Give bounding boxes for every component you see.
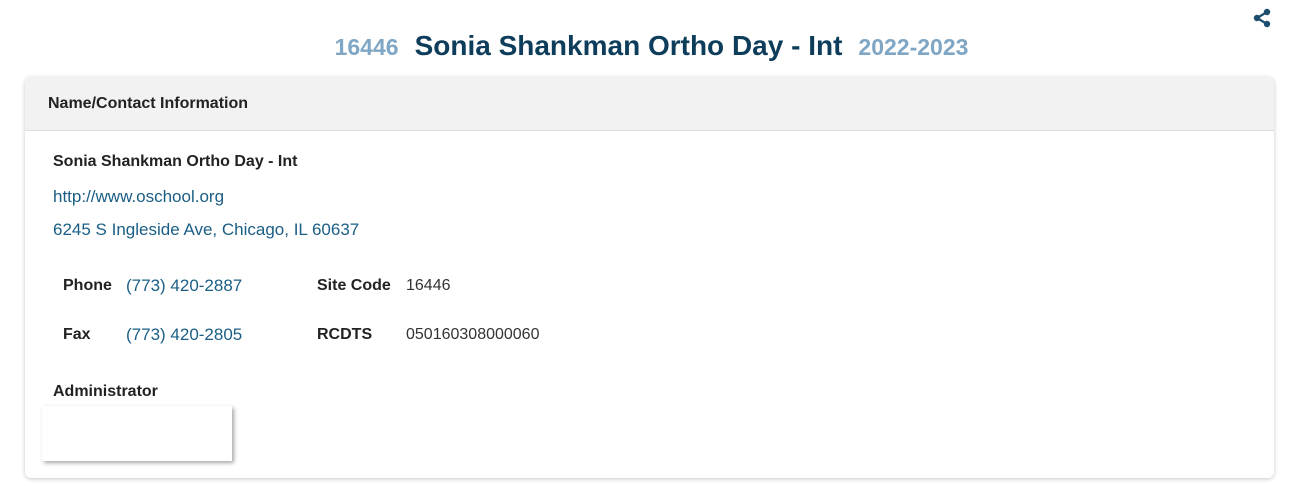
site-code-value: 16446 xyxy=(406,277,451,294)
fax-link[interactable]: (773) 420-2805 xyxy=(126,325,242,345)
card-header: Name/Contact Information xyxy=(25,77,1274,131)
contact-card: Name/Contact Information Sonia Shankman … xyxy=(25,77,1274,478)
share-button[interactable] xyxy=(1250,6,1274,30)
phone-link[interactable]: (773) 420-2887 xyxy=(126,276,242,296)
page-title: 16446 Sonia Shankman Ortho Day - Int 202… xyxy=(0,30,1303,74)
card-title: Name/Contact Information xyxy=(48,94,249,112)
school-year: 2022-2023 xyxy=(858,34,969,60)
rcdts-label: RCDTS xyxy=(317,326,373,343)
school-name-title: Sonia Shankman Ortho Day - Int xyxy=(414,30,843,61)
school-code: 16446 xyxy=(334,34,399,60)
rcdts-value: 050160308000060 xyxy=(406,326,540,343)
site-code-label: Site Code xyxy=(317,277,391,294)
fax-label: Fax xyxy=(63,326,91,343)
address-link[interactable]: 6245 S Ingleside Ave, Chicago, IL 60637 xyxy=(53,220,359,240)
school-name: Sonia Shankman Ortho Day - Int xyxy=(53,153,298,170)
administrator-label: Administrator xyxy=(53,383,158,400)
page: 16446 Sonia Shankman Ortho Day - Int 202… xyxy=(0,0,1303,486)
administrator-box xyxy=(42,406,232,461)
phone-label: Phone xyxy=(63,277,112,294)
website-link[interactable]: http://www.oschool.org xyxy=(53,187,224,207)
share-icon xyxy=(1253,8,1271,28)
